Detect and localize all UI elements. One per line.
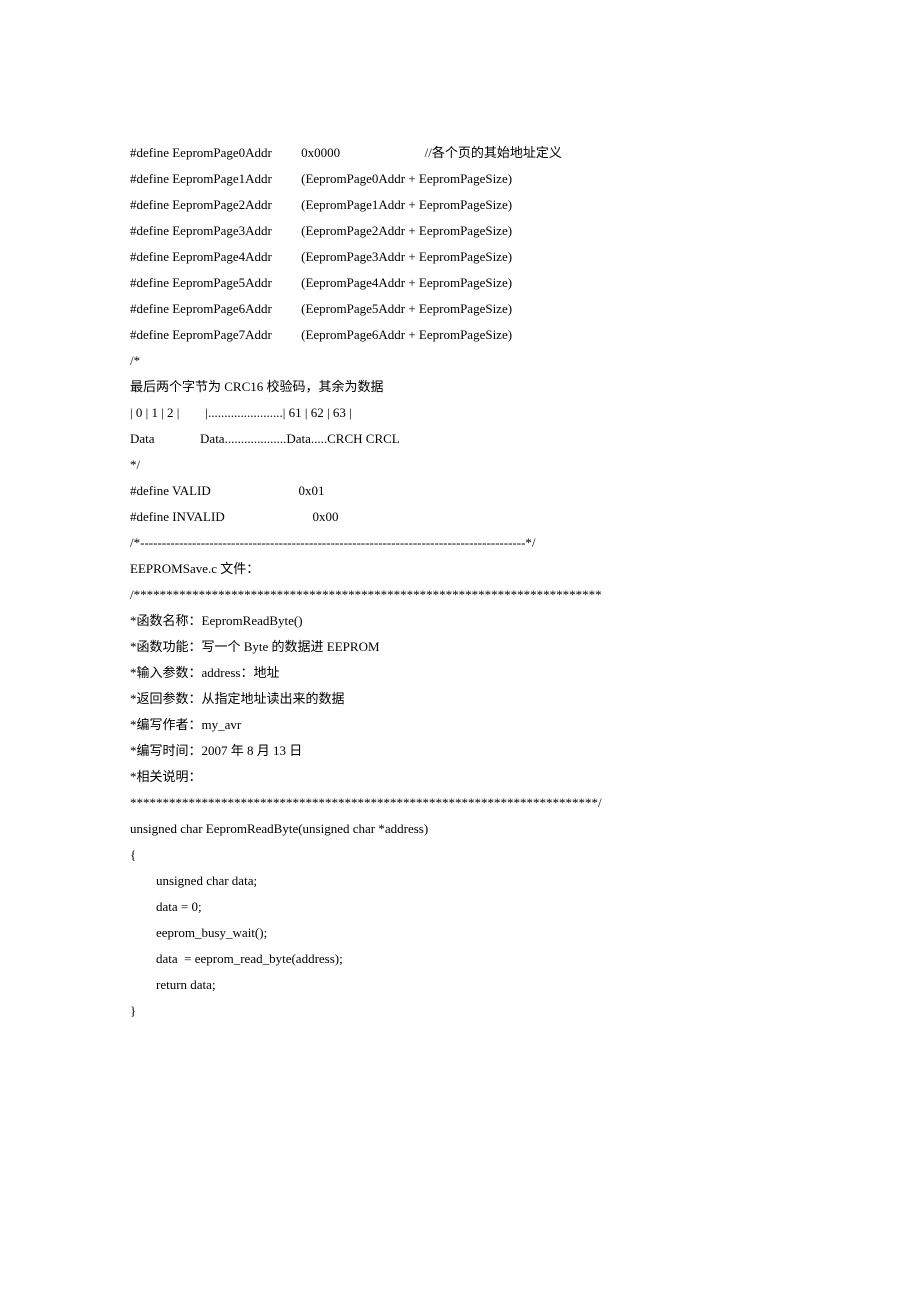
code-line: eeprom_busy_wait(); [130,920,790,946]
code-line: #define EepromPage1Addr (EepromPage0Addr… [130,166,790,192]
code-line: *函数功能：写一个 Byte 的数据进 EEPROM [130,634,790,660]
code-line: *编写作者：my_avr [130,712,790,738]
code-line: #define EepromPage0Addr 0x0000 //各个页的其始地… [130,140,790,166]
code-line: Data Data...................Data.....CRC… [130,426,790,452]
code-line: #define VALID 0x01 [130,478,790,504]
code-line: #define EepromPage3Addr (EepromPage2Addr… [130,218,790,244]
code-line: #define EepromPage5Addr (EepromPage4Addr… [130,270,790,296]
code-line: EEPROMSave.c 文件： [130,556,790,582]
code-line: #define EepromPage7Addr (EepromPage6Addr… [130,322,790,348]
code-line: #define INVALID 0x00 [130,504,790,530]
code-line: #define EepromPage4Addr (EepromPage3Addr… [130,244,790,270]
code-line: ****************************************… [130,790,790,816]
code-line: data = eeprom_read_byte(address); [130,946,790,972]
code-line: *编写时间：2007 年 8 月 13 日 [130,738,790,764]
code-line: data = 0; [130,894,790,920]
code-line: | 0 | 1 | 2 | |.......................| … [130,400,790,426]
code-line: /*--------------------------------------… [130,530,790,556]
code-line: 最后两个字节为 CRC16 校验码，其余为数据 [130,374,790,400]
code-line: #define EepromPage6Addr (EepromPage5Addr… [130,296,790,322]
code-line: *返回参数：从指定地址读出来的数据 [130,686,790,712]
code-line: */ [130,452,790,478]
code-line: /* [130,348,790,374]
code-line: unsigned char data; [130,868,790,894]
code-line: *相关说明： [130,764,790,790]
code-line: *函数名称：EepromReadByte() [130,608,790,634]
code-line: return data; [130,972,790,998]
code-line: *输入参数：address：地址 [130,660,790,686]
code-line: /***************************************… [130,582,790,608]
code-line: } [130,998,790,1024]
code-line: #define EepromPage2Addr (EepromPage1Addr… [130,192,790,218]
code-line: { [130,842,790,868]
document-page: #define EepromPage0Addr 0x0000 //各个页的其始地… [0,0,920,1302]
code-line: unsigned char EepromReadByte(unsigned ch… [130,816,790,842]
